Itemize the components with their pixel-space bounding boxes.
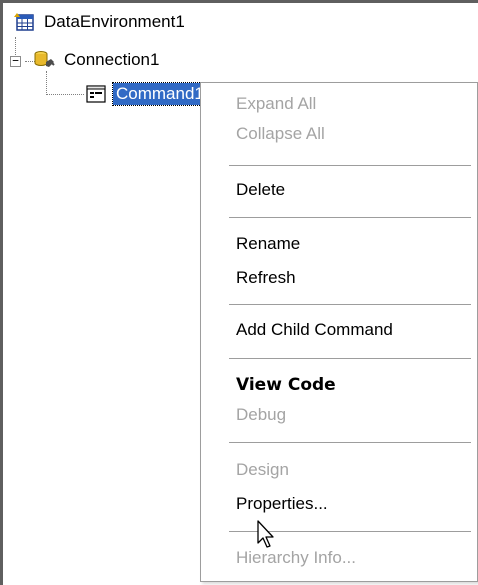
- tree-node-command[interactable]: Command1: [85, 81, 208, 107]
- menu-item-refresh[interactable]: Refresh: [201, 263, 477, 293]
- tree-node-label-selected: Command1: [112, 82, 208, 106]
- menu-item-design[interactable]: Design: [201, 455, 477, 485]
- tree-connector: [46, 94, 84, 95]
- menu-item-view-code[interactable]: View Code: [201, 370, 477, 400]
- mouse-pointer-icon: [257, 520, 274, 548]
- collapse-connection-expander[interactable]: −: [10, 55, 21, 67]
- database-connection-icon: [33, 49, 55, 71]
- tree-node-connection[interactable]: Connection1: [33, 47, 162, 73]
- menu-separator: [229, 304, 471, 306]
- tree-connector: [46, 71, 47, 95]
- menu-separator: [229, 165, 471, 167]
- menu-separator: [229, 217, 471, 219]
- menu-item-debug[interactable]: Debug: [201, 400, 477, 430]
- tree-node-label: Connection1: [64, 50, 160, 69]
- menu-item-properties[interactable]: Properties...: [201, 489, 477, 519]
- menu-item-hierarchy-info[interactable]: Hierarchy Info...: [201, 543, 477, 573]
- tree-node-data-environment[interactable]: DataEnvironment1: [13, 9, 188, 35]
- menu-item-expand-all[interactable]: Expand All: [201, 89, 477, 119]
- context-menu: Expand All Collapse All Delete Rename Re…: [200, 82, 478, 582]
- menu-item-add-child-command[interactable]: Add Child Command: [201, 315, 477, 345]
- menu-item-collapse-all[interactable]: Collapse All: [201, 119, 477, 149]
- menu-item-rename[interactable]: Rename: [201, 229, 477, 259]
- menu-separator: [229, 358, 471, 360]
- data-environment-icon: [13, 11, 35, 33]
- command-icon: [85, 83, 107, 105]
- menu-item-delete[interactable]: Delete: [201, 175, 477, 205]
- menu-separator: [229, 442, 471, 444]
- tree-node-label: DataEnvironment1: [44, 12, 185, 31]
